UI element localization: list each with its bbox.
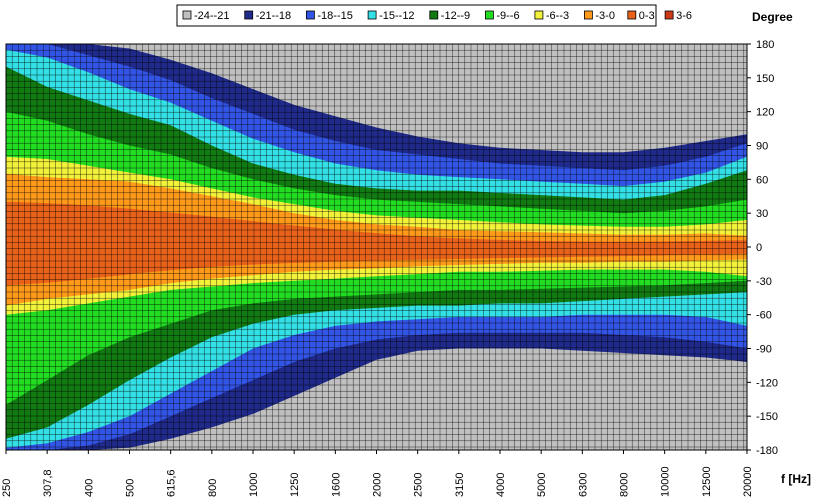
legend-label-0: -24--21 [194, 10, 229, 22]
x-tick-label-17: 12500 [701, 466, 713, 497]
x-axis: 250 307,8 400 500 615,6 800 1000 1250 1600 2000 25… [1, 450, 754, 497]
chart-legend: -24--21 -21--18 -18--15 -15--12 -12--9 -9--6 -… [176, 4, 692, 27]
legend-label-6: -6--3 [546, 10, 569, 22]
legend-swatch-3 [367, 10, 377, 20]
legend-label-3: -15--12 [379, 10, 414, 22]
x-tick-label-1: 307,8 [42, 469, 54, 497]
y-tick-label-10: -120 [756, 377, 778, 389]
y-axis-title: Degree [752, 10, 793, 24]
legend-label-5: -9--6 [496, 10, 519, 22]
legend-label-1: -21--18 [256, 10, 291, 22]
x-tick-label-15: 8000 [619, 473, 631, 497]
directivity-chart: -24--21 -21--18 -18--15 -15--12 -12--9 -9--6 -… [1, 4, 811, 497]
y-axis: 180 150 120 90 60 30 0 -30 -60 -90 -120 -150 -180 [747, 39, 778, 457]
legend-label-4: -12--9 [441, 10, 470, 22]
y-tick-label-6: 0 [756, 242, 762, 254]
x-tick-label-7: 1250 [289, 473, 301, 497]
legend-swatch-6 [534, 10, 544, 20]
x-tick-label-6: 1000 [248, 473, 260, 497]
y-tick-label-4: 60 [756, 174, 768, 186]
y-tick-label-0: 180 [756, 39, 774, 51]
legend-label-7: -3-0 [595, 10, 615, 22]
x-tick-label-14: 6300 [577, 473, 589, 497]
legend-swatch-4 [429, 10, 439, 20]
y-tick-label-1: 150 [756, 73, 774, 85]
x-tick-label-5: 800 [207, 479, 219, 497]
y-tick-label-8: -60 [756, 310, 772, 322]
legend-swatch-1 [244, 10, 254, 20]
legend-swatch-0 [182, 10, 192, 20]
x-axis-title: f [Hz] [781, 472, 811, 486]
y-tick-label-3: 90 [756, 141, 768, 153]
y-tick-label-7: -30 [756, 276, 772, 288]
x-tick-label-18: 20000 [742, 466, 754, 497]
y-tick-label-2: 120 [756, 107, 774, 119]
legend-swatch-7 [584, 10, 593, 20]
legend-swatch-8 [627, 10, 637, 20]
legend-swatch-2 [305, 10, 315, 20]
x-tick-label-13: 5000 [536, 473, 548, 497]
x-tick-label-16: 10000 [660, 466, 672, 497]
plot-area [5, 43, 748, 451]
y-tick-label-12: -180 [756, 445, 778, 457]
y-tick-label-5: 30 [756, 208, 768, 220]
x-tick-label-2: 400 [83, 479, 95, 497]
legend-label-8: 0-3 [639, 10, 655, 22]
legend-swatch-5 [484, 10, 494, 20]
y-tick-label-11: -150 [756, 411, 778, 423]
x-tick-label-8: 1600 [330, 473, 342, 497]
x-tick-label-4: 615,6 [166, 469, 178, 497]
legend-swatch-9 [664, 10, 674, 20]
x-tick-label-12: 4000 [495, 473, 507, 497]
x-tick-label-10: 2500 [413, 473, 425, 497]
x-tick-label-0: 250 [1, 479, 13, 497]
x-tick-label-9: 2000 [372, 473, 384, 497]
x-tick-label-3: 500 [125, 479, 137, 497]
y-tick-label-9: -90 [756, 344, 772, 356]
x-tick-label-11: 3150 [454, 473, 466, 497]
legend-label-9: 3-6 [676, 10, 692, 22]
legend-label-2: -18--15 [317, 10, 352, 22]
